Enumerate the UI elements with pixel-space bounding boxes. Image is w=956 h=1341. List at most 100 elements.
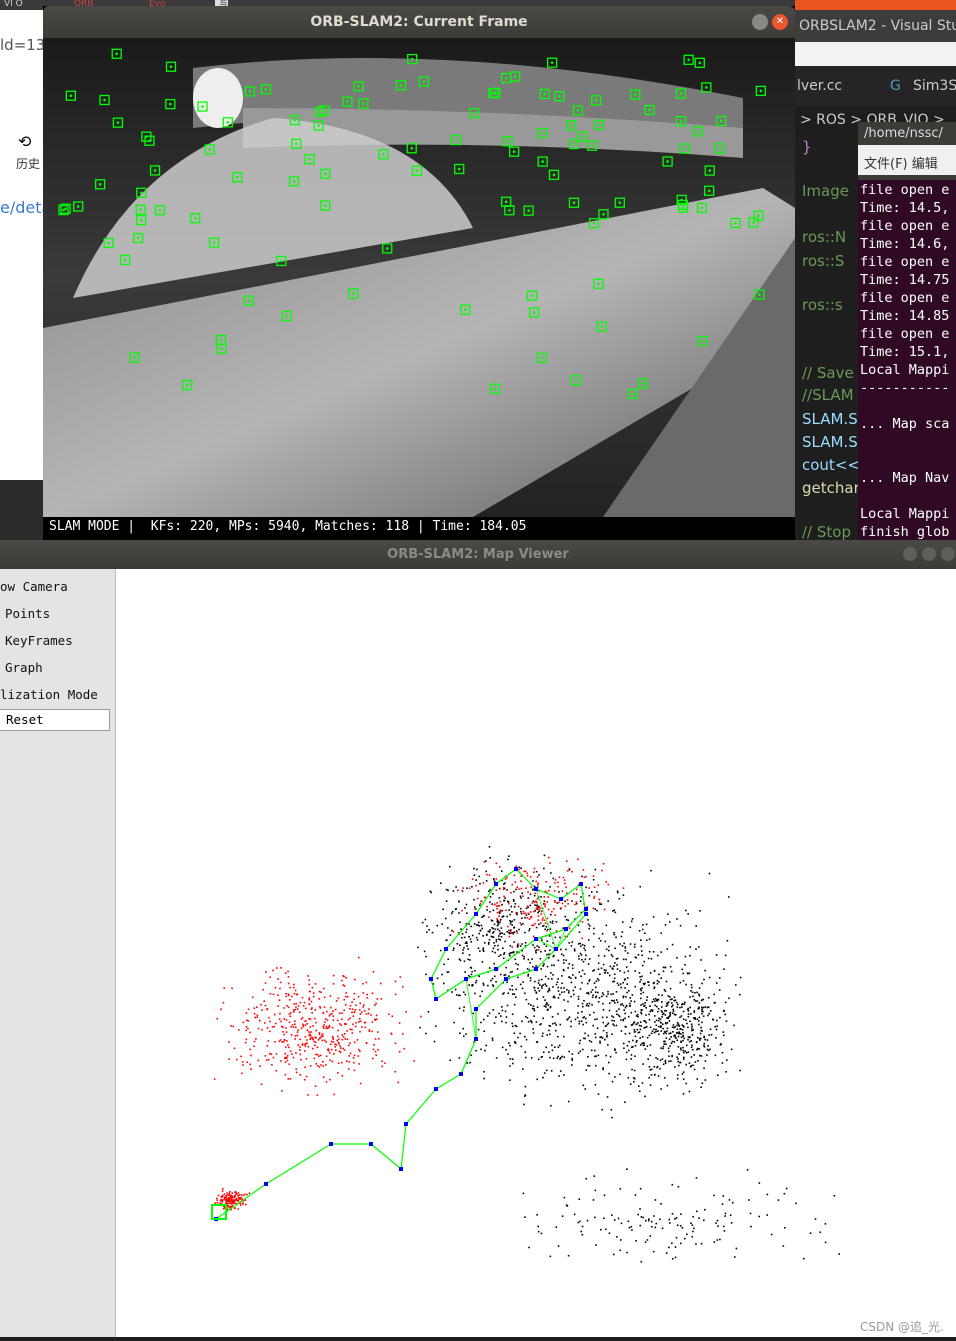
map-point <box>583 876 586 879</box>
map-point <box>371 1030 373 1033</box>
terminal-menu[interactable]: 文件(F) 编辑 <box>858 145 956 175</box>
map-point <box>648 1034 651 1037</box>
tab-solver[interactable]: lver.cc <box>797 78 842 94</box>
map-point <box>656 979 659 982</box>
map-point <box>282 1031 284 1033</box>
reset-button[interactable]: Reset <box>0 709 110 731</box>
tab-sim3[interactable]: Sim3S <box>913 78 956 94</box>
map-point <box>537 911 539 914</box>
map-point <box>580 1230 583 1233</box>
map-point <box>685 1233 688 1236</box>
url-bar[interactable]: ld=13 <box>0 36 45 54</box>
map-point <box>698 1037 701 1040</box>
map-point <box>491 977 494 980</box>
map-point <box>567 1017 570 1020</box>
map-point <box>676 1077 679 1080</box>
map-point <box>625 1058 628 1061</box>
map-point <box>679 1016 681 1019</box>
map-point <box>696 1036 699 1039</box>
map-point <box>469 938 472 941</box>
map-point <box>567 869 569 872</box>
close-button[interactable] <box>941 547 955 561</box>
map-point <box>539 907 541 909</box>
map-point <box>679 1242 682 1245</box>
keyframe <box>494 967 498 971</box>
map-point <box>587 1005 590 1007</box>
covisibility-edge <box>465 968 497 980</box>
map-point <box>648 984 650 987</box>
keypoint-dot <box>115 52 119 56</box>
map-point <box>585 886 587 889</box>
map-point <box>690 983 693 986</box>
keypoint-dot <box>679 92 683 95</box>
menu-follow-camera[interactable]: ow Camera <box>0 573 116 600</box>
map-point <box>498 915 500 917</box>
map-point <box>663 1043 666 1045</box>
keypoint-dot <box>123 258 127 262</box>
map-3d-view[interactable] <box>116 569 956 1337</box>
map-point <box>512 1025 514 1028</box>
map-point <box>634 1055 636 1057</box>
map-point <box>489 910 491 913</box>
map-point <box>466 1062 469 1064</box>
map-point <box>310 1034 312 1037</box>
map-point <box>295 1068 298 1070</box>
map-point <box>649 1054 652 1057</box>
map-point <box>359 1050 361 1053</box>
map-point <box>294 1023 296 1026</box>
map-point <box>553 908 555 910</box>
taskbar-tab[interactable]: VI O <box>0 0 23 10</box>
keyframe <box>264 1182 268 1186</box>
map-point <box>664 990 667 993</box>
map-point <box>719 1016 721 1019</box>
map-point <box>346 1030 348 1032</box>
map-point <box>470 1054 473 1057</box>
menu-localization-mode[interactable]: lization Mode <box>0 681 116 708</box>
map-point <box>671 1183 674 1186</box>
close-button[interactable]: ✕ <box>772 14 788 30</box>
map-point <box>583 999 585 1002</box>
map-point <box>529 962 531 964</box>
map-point <box>314 1017 316 1020</box>
map-point <box>585 1069 588 1071</box>
map-point <box>473 874 476 876</box>
menu-show-keyframes[interactable]: KeyFrames <box>0 627 116 654</box>
map-point <box>489 857 491 859</box>
map-point <box>451 991 453 993</box>
minimize-button[interactable] <box>752 14 768 30</box>
map-point <box>613 909 616 912</box>
map-point <box>332 1010 334 1012</box>
map-point <box>686 972 689 974</box>
map-point <box>217 1194 220 1197</box>
map-point <box>733 1024 735 1027</box>
map-point <box>667 995 670 997</box>
map-point <box>551 964 553 967</box>
menu-show-points[interactable]: Points <box>0 600 116 627</box>
map-point <box>691 1034 694 1036</box>
map-point <box>679 981 682 984</box>
map-point <box>311 1047 314 1050</box>
map-point <box>537 884 539 886</box>
minimize-button[interactable] <box>903 547 917 561</box>
map-point <box>665 1037 668 1039</box>
map-point <box>563 1196 566 1199</box>
map-point <box>475 936 478 939</box>
map-point <box>684 964 686 966</box>
map-point <box>508 935 511 938</box>
map-point <box>528 927 531 930</box>
menu-show-graph[interactable]: Graph <box>0 654 116 681</box>
map-point <box>707 997 710 999</box>
history-icon[interactable]: ⟲ <box>18 132 31 151</box>
map-point <box>717 1225 719 1227</box>
history-label[interactable]: 历史 <box>16 155 40 172</box>
map-point <box>519 895 522 898</box>
map-point <box>506 925 509 928</box>
map-point <box>366 993 368 996</box>
map-point <box>542 1051 545 1054</box>
map-point <box>688 1090 691 1093</box>
maximize-button[interactable] <box>922 547 936 561</box>
map-point <box>537 919 540 921</box>
map-point <box>690 1056 693 1058</box>
map-point <box>546 929 548 932</box>
map-point <box>511 883 514 886</box>
